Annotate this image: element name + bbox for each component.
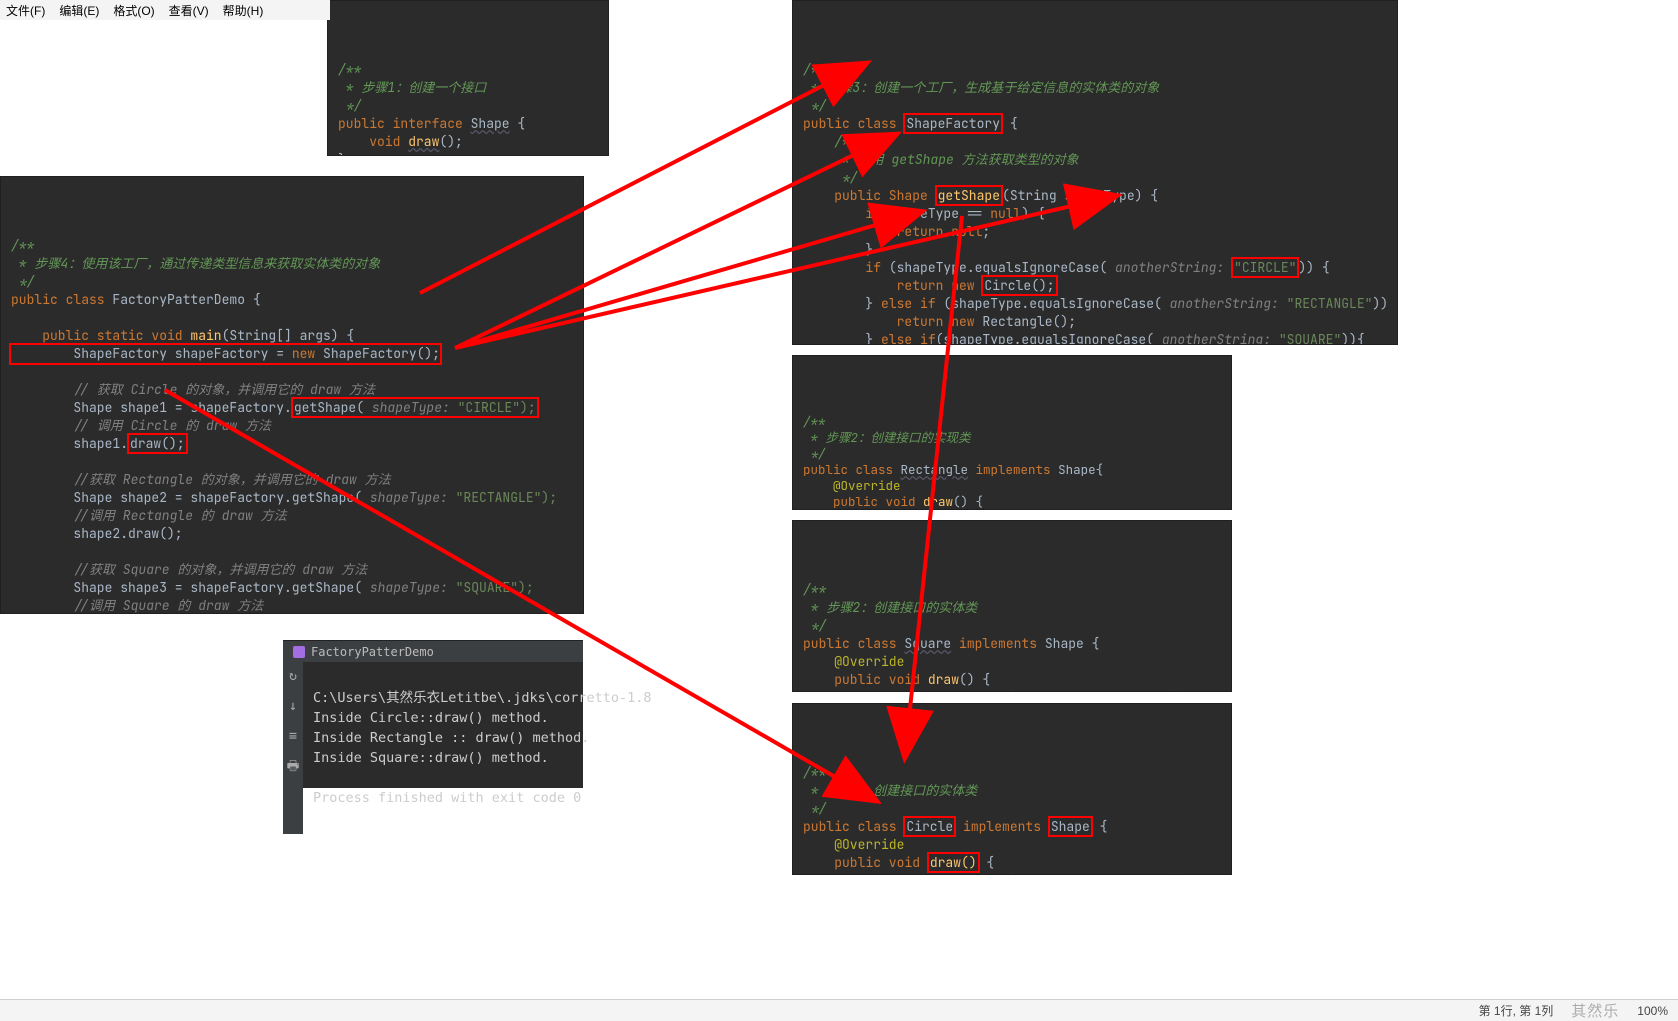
code-text: */	[803, 800, 826, 817]
code-text: Shape shape2 = shapeFactory.getShape(	[11, 489, 362, 506]
code-text: /**	[338, 61, 361, 78]
code-text: public Shape	[803, 187, 936, 204]
code-text: */	[11, 273, 34, 290]
code-text: /**	[11, 237, 34, 254]
code-text: * 使用 getShape 方法获取类型的对象	[803, 151, 1079, 168]
code-text: implements	[955, 818, 1049, 835]
menu-file[interactable]: 文件(F)	[6, 2, 45, 18]
code-text: * 步骤3：创建一个工厂，生成基于给定信息的实体类的对象	[803, 79, 1159, 96]
wrap-icon[interactable]: ≡	[283, 726, 303, 746]
print-icon[interactable]: 🖶	[283, 756, 303, 776]
menu-view[interactable]: 查看(V)	[169, 2, 209, 18]
console-tab-icon	[293, 646, 305, 658]
code-text: * 步骤4：使用该工厂，通过传递类型信息来获取实体类的对象	[11, 255, 380, 272]
console-line: Inside Circle::draw() method.	[313, 710, 549, 726]
code-panel-rectangle: /** * 步骤2：创建接口的实现类 */ public class Recta…	[792, 355, 1232, 510]
code-panel-circle: /** * 步骤2：创建接口的实体类 */ public class Circl…	[792, 703, 1232, 875]
code-text: ShapeFactory	[903, 113, 1003, 134]
code-text: {	[979, 854, 995, 871]
code-panel-factory-demo: /** * 步骤4：使用该工厂，通过传递类型信息来获取实体类的对象 */ pub…	[0, 176, 584, 614]
code-text: {	[1092, 818, 1108, 835]
code-text: */	[803, 445, 826, 462]
code-text: //调用 Rectangle 的 draw 方法	[11, 507, 287, 524]
code-text: public void	[803, 854, 928, 871]
code-text: Shape	[471, 115, 510, 132]
code-text: //获取 Rectangle 的对象，并调用它的 draw 方法	[11, 471, 391, 488]
code-text: * 步骤2：创建接口的实体类	[803, 782, 977, 799]
code-text: ();	[439, 133, 462, 150]
code-text: // 获取 Circle 的对象，并调用它的 draw 方法	[11, 381, 375, 398]
watermark: 其然乐	[1571, 1000, 1619, 1021]
console-gutter: ↻ ↓ ≡ 🖶	[283, 662, 303, 834]
code-text: /**	[803, 413, 826, 430]
console-output: C:\Users\其然乐衣Letitbe\.jdks\corretto-1.8 …	[303, 662, 661, 834]
menu-format[interactable]: 格式(O)	[113, 2, 154, 18]
code-panel-shape-factory: /** * 步骤3：创建一个工厂，生成基于给定信息的实体类的对象 */ publ…	[792, 0, 1398, 345]
code-text: * 步骤2：创建接口的实现类	[803, 429, 971, 446]
code-text: shape2.draw();	[11, 525, 183, 542]
code-text: return new	[803, 277, 982, 294]
console-line: Process finished with exit code 0	[313, 790, 581, 806]
code-text: void	[338, 133, 408, 150]
status-zoom: 100%	[1637, 1004, 1668, 1018]
code-text: public interface	[338, 115, 471, 132]
code-text: public class	[803, 115, 904, 132]
run-console: FactoryPatterDemo ↻ ↓ ≡ 🖶 C:\Users\其然乐衣L…	[283, 640, 583, 788]
text-editor-menubar: 文件(F) 编辑(E) 格式(O) 查看(V) 帮助(H)	[0, 0, 330, 20]
code-text: /**	[803, 61, 826, 78]
code-text: Circle();	[981, 275, 1057, 296]
statusbar: 第 1行, 第 1列 其然乐 100%	[0, 999, 1678, 1021]
code-panel-square: /** * 步骤2：创建接口的实体类 */ public class Squar…	[792, 520, 1232, 692]
console-tab[interactable]: FactoryPatterDemo	[283, 640, 583, 662]
code-text: draw()	[927, 852, 980, 873]
menu-help[interactable]: 帮助(H)	[223, 2, 264, 18]
console-line: C:\Users\其然乐衣Letitbe\.jdks\corretto-1.8	[313, 690, 651, 706]
code-text: //获取 Square 的对象，并调用它的 draw 方法	[11, 561, 367, 578]
code-text: (String shapeType) {	[1002, 187, 1158, 204]
code-text: */	[338, 97, 361, 114]
code-text: /**	[803, 764, 826, 781]
code-text: public class	[803, 818, 904, 835]
menu-edit[interactable]: 编辑(E)	[59, 2, 99, 18]
code-text: */	[803, 97, 826, 114]
code-text: Circle	[903, 816, 956, 837]
code-text: draw	[408, 133, 439, 150]
code-text: Shape	[1048, 816, 1093, 837]
code-panel-shape-interface: /** * 步骤1：创建一个接口 */ public interface Sha…	[327, 0, 609, 156]
console-line: Inside Rectangle :: draw() method.	[313, 730, 589, 746]
code-text: shape1.	[11, 435, 128, 452]
console-tab-label: FactoryPatterDemo	[311, 642, 434, 662]
code-text: }	[803, 241, 873, 258]
code-text: //调用 Square 的 draw 方法	[11, 597, 263, 614]
code-text: // 调用 Circle 的 draw 方法	[11, 417, 271, 434]
rerun-icon[interactable]: ↻	[283, 666, 303, 686]
console-line: Inside Square::draw() method.	[313, 750, 549, 766]
stop-icon[interactable]: ↓	[283, 696, 303, 716]
code-text: {	[1002, 115, 1018, 132]
code-text: Shape shape1 = shapeFactory.	[11, 399, 292, 416]
code-text: /**	[803, 581, 826, 598]
code-text: /**	[803, 133, 858, 150]
status-cursor-position: 第 1行, 第 1列	[1479, 1002, 1554, 1019]
code-text: Shape shape3 = shapeFactory.getShape(	[11, 579, 362, 596]
code-text: * 步骤2：创建接口的实体类	[803, 599, 977, 616]
code-text: * 步骤1：创建一个接口	[338, 79, 486, 96]
code-text: */	[803, 169, 858, 186]
code-text: {	[510, 115, 526, 132]
code-text: */	[803, 617, 826, 634]
code-text: getShape	[935, 185, 1003, 206]
code-text: }	[338, 151, 346, 156]
